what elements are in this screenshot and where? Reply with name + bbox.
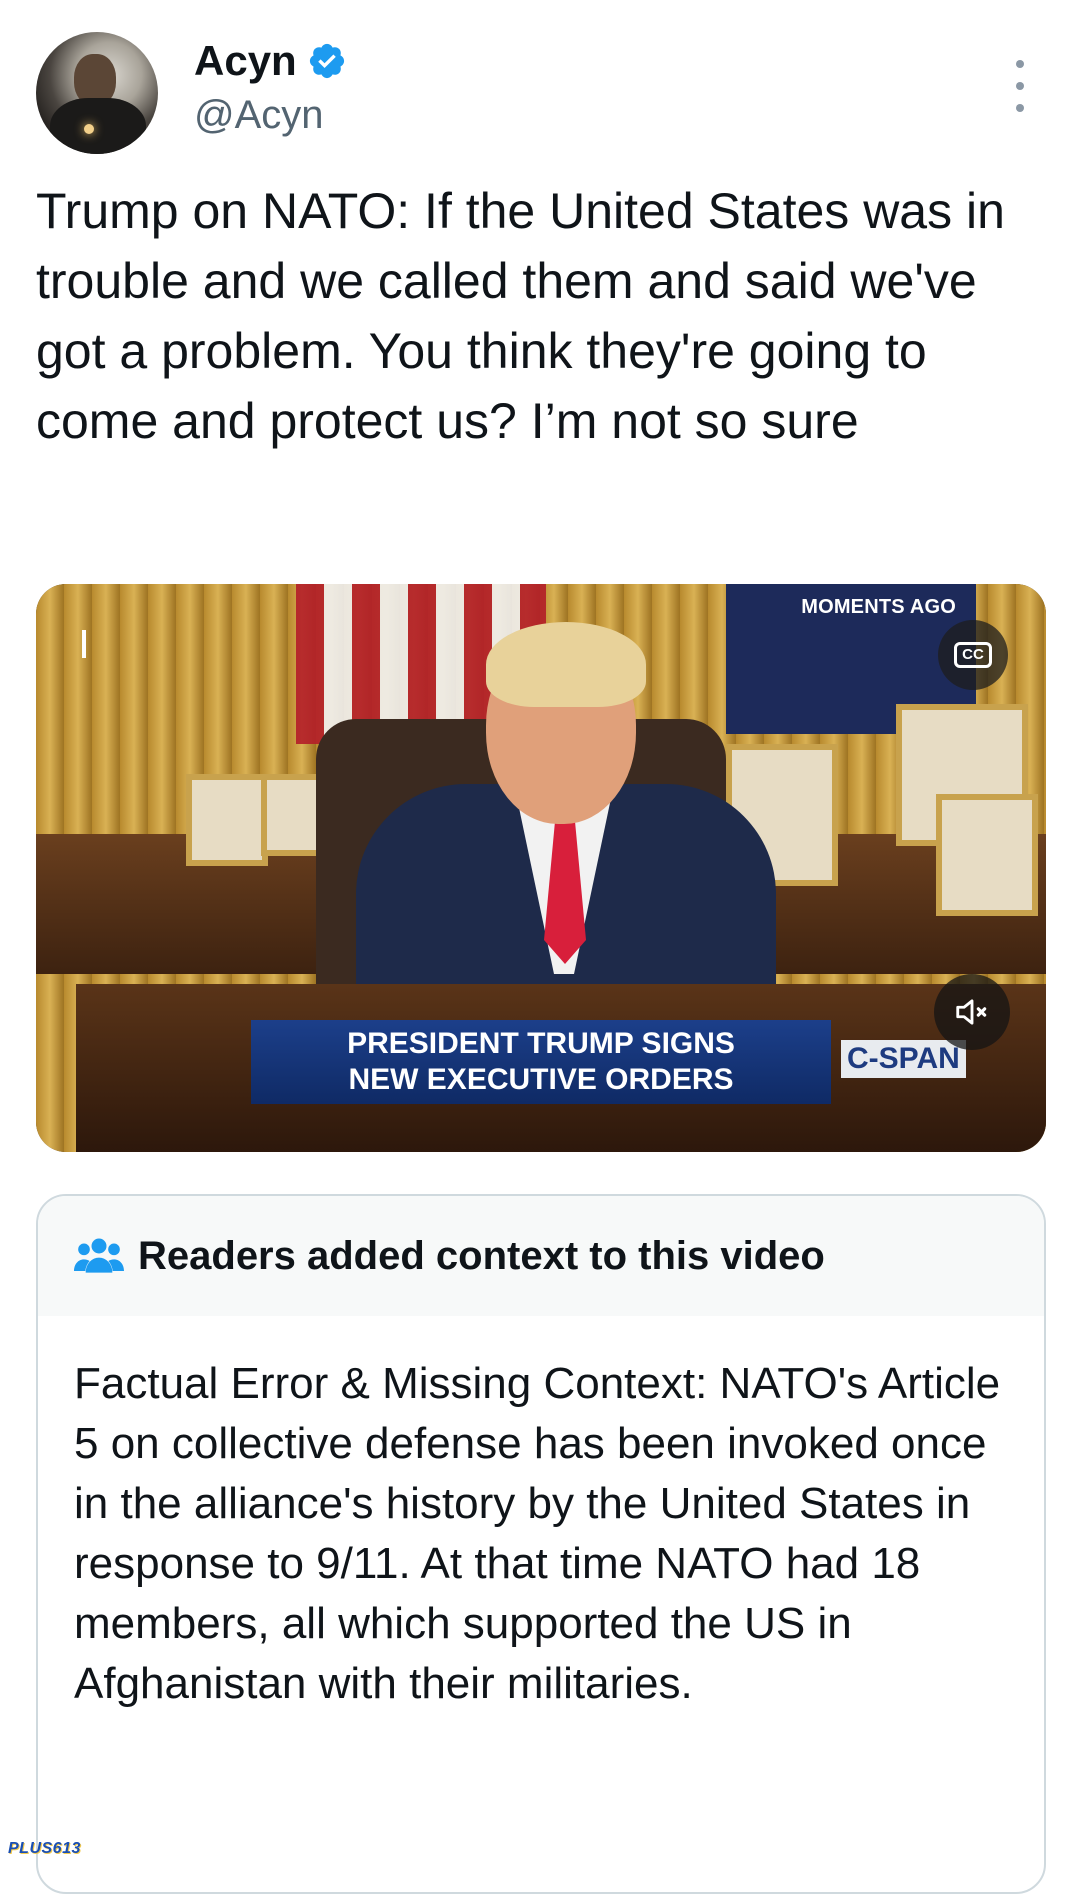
speaker-muted-icon <box>956 999 987 1025</box>
network-logo: C-SPAN <box>841 1040 966 1078</box>
news-caption: PRESIDENT TRUMP SIGNS NEW EXECUTIVE ORDE… <box>251 1020 831 1104</box>
watermark-logo: PLUS613 <box>8 1840 81 1857</box>
tweet-text: Trump on NATO: If the United States was … <box>36 183 1019 449</box>
note-header: Readers added context to this video <box>38 1196 1044 1316</box>
more-options-icon[interactable] <box>1008 60 1032 112</box>
mute-icon[interactable] <box>934 974 1010 1050</box>
video-player[interactable]: MOMENTS AGO CC PRESIDENT TRUMP SIGNS NEW… <box>36 584 1046 1152</box>
caption-line-2: NEW EXECUTIVE ORDERS <box>348 1063 734 1096</box>
closed-captions-icon[interactable]: CC <box>938 620 1008 690</box>
name-row: Acyn <box>194 36 347 86</box>
note-title: Readers added context to this video <box>138 1233 825 1278</box>
note-body: Factual Error & Missing Context: NATO's … <box>74 1359 1001 1708</box>
live-badge: MOMENTS AGO <box>801 596 956 618</box>
readers-group-icon <box>74 1238 124 1273</box>
user-handle[interactable]: @Acyn <box>194 90 324 140</box>
cc-label: CC <box>954 642 992 668</box>
community-note[interactable]: Readers added context to this video Fact… <box>36 1194 1046 1894</box>
avatar[interactable] <box>36 32 158 154</box>
tweet-header: Acyn @Acyn <box>36 32 1044 156</box>
verified-badge-icon <box>309 43 344 79</box>
progress-marker <box>82 630 86 658</box>
display-name[interactable]: Acyn <box>194 36 297 86</box>
caption-line-1: PRESIDENT TRUMP SIGNS <box>347 1027 735 1060</box>
